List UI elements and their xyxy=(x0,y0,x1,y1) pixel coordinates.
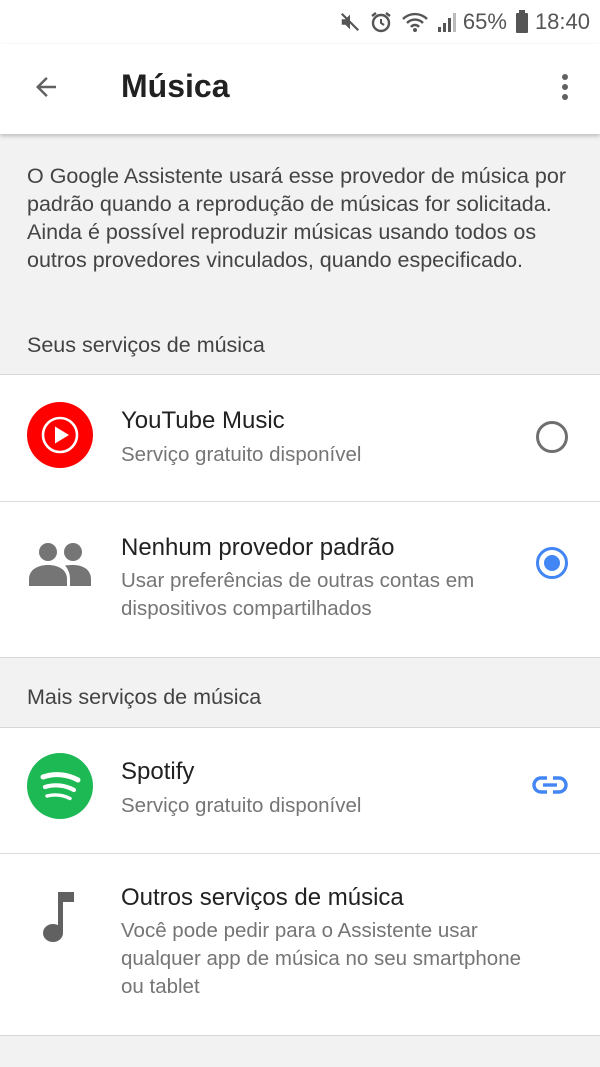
section-header-more-services: Mais serviços de música xyxy=(27,685,262,709)
app-bar: Música xyxy=(0,44,600,134)
item-title: Spotify xyxy=(121,758,195,785)
radio-selected xyxy=(536,547,568,579)
list-item-spotify[interactable]: Spotify Serviço gratuito disponível xyxy=(0,728,600,854)
alarm-icon xyxy=(369,10,393,34)
item-subtitle: Usar preferências de outras contas em di… xyxy=(121,569,475,620)
clock: 18:40 xyxy=(534,9,590,34)
more-vert-icon xyxy=(561,72,569,107)
section-header-your-services: Seus serviços de música xyxy=(27,333,265,357)
your-services-list: YouTube Music Serviço gratuito disponíve… xyxy=(0,374,600,658)
description-text: O Google Assistente usará esse provedor … xyxy=(27,164,566,272)
link-icon xyxy=(532,775,568,800)
spotify-icon xyxy=(27,753,93,819)
more-options-button[interactable] xyxy=(550,69,580,109)
more-services-list: Spotify Serviço gratuito disponível Outr… xyxy=(0,727,600,1036)
radio-youtube-music[interactable] xyxy=(534,419,570,455)
mute-icon xyxy=(339,11,361,33)
divider xyxy=(0,853,600,854)
link-spotify-button[interactable] xyxy=(530,772,570,802)
youtube-music-icon xyxy=(27,402,93,468)
list-item-no-default-provider[interactable]: Nenhum provedor padrão Usar preferências… xyxy=(0,503,600,657)
item-title: YouTube Music xyxy=(121,407,285,434)
wifi-icon xyxy=(401,11,429,33)
radio-unselected xyxy=(536,421,568,453)
divider xyxy=(0,501,600,502)
item-subtitle: Serviço gratuito disponível xyxy=(121,443,362,466)
battery-level: 65% xyxy=(462,9,507,34)
page-title: Música xyxy=(121,68,230,104)
item-title: Outros serviços de música xyxy=(121,884,404,911)
music-note-icon xyxy=(27,885,93,951)
item-subtitle: Serviço gratuito disponível xyxy=(121,794,362,817)
list-item-youtube-music[interactable]: YouTube Music Serviço gratuito disponíve… xyxy=(0,375,600,502)
back-button[interactable] xyxy=(22,69,70,109)
item-subtitle: Você pode pedir para o Assistente usar q… xyxy=(121,919,522,998)
list-item-other-services[interactable]: Outros serviços de música Você pode pedi… xyxy=(0,855,600,1035)
arrow-left-icon xyxy=(31,72,61,107)
people-icon xyxy=(27,530,93,596)
status-bar: 65% 18:40 xyxy=(0,0,600,44)
radio-no-default-provider[interactable] xyxy=(534,545,570,581)
signal-icon xyxy=(437,11,457,33)
item-title: Nenhum provedor padrão xyxy=(121,534,395,561)
battery-icon xyxy=(515,10,529,34)
